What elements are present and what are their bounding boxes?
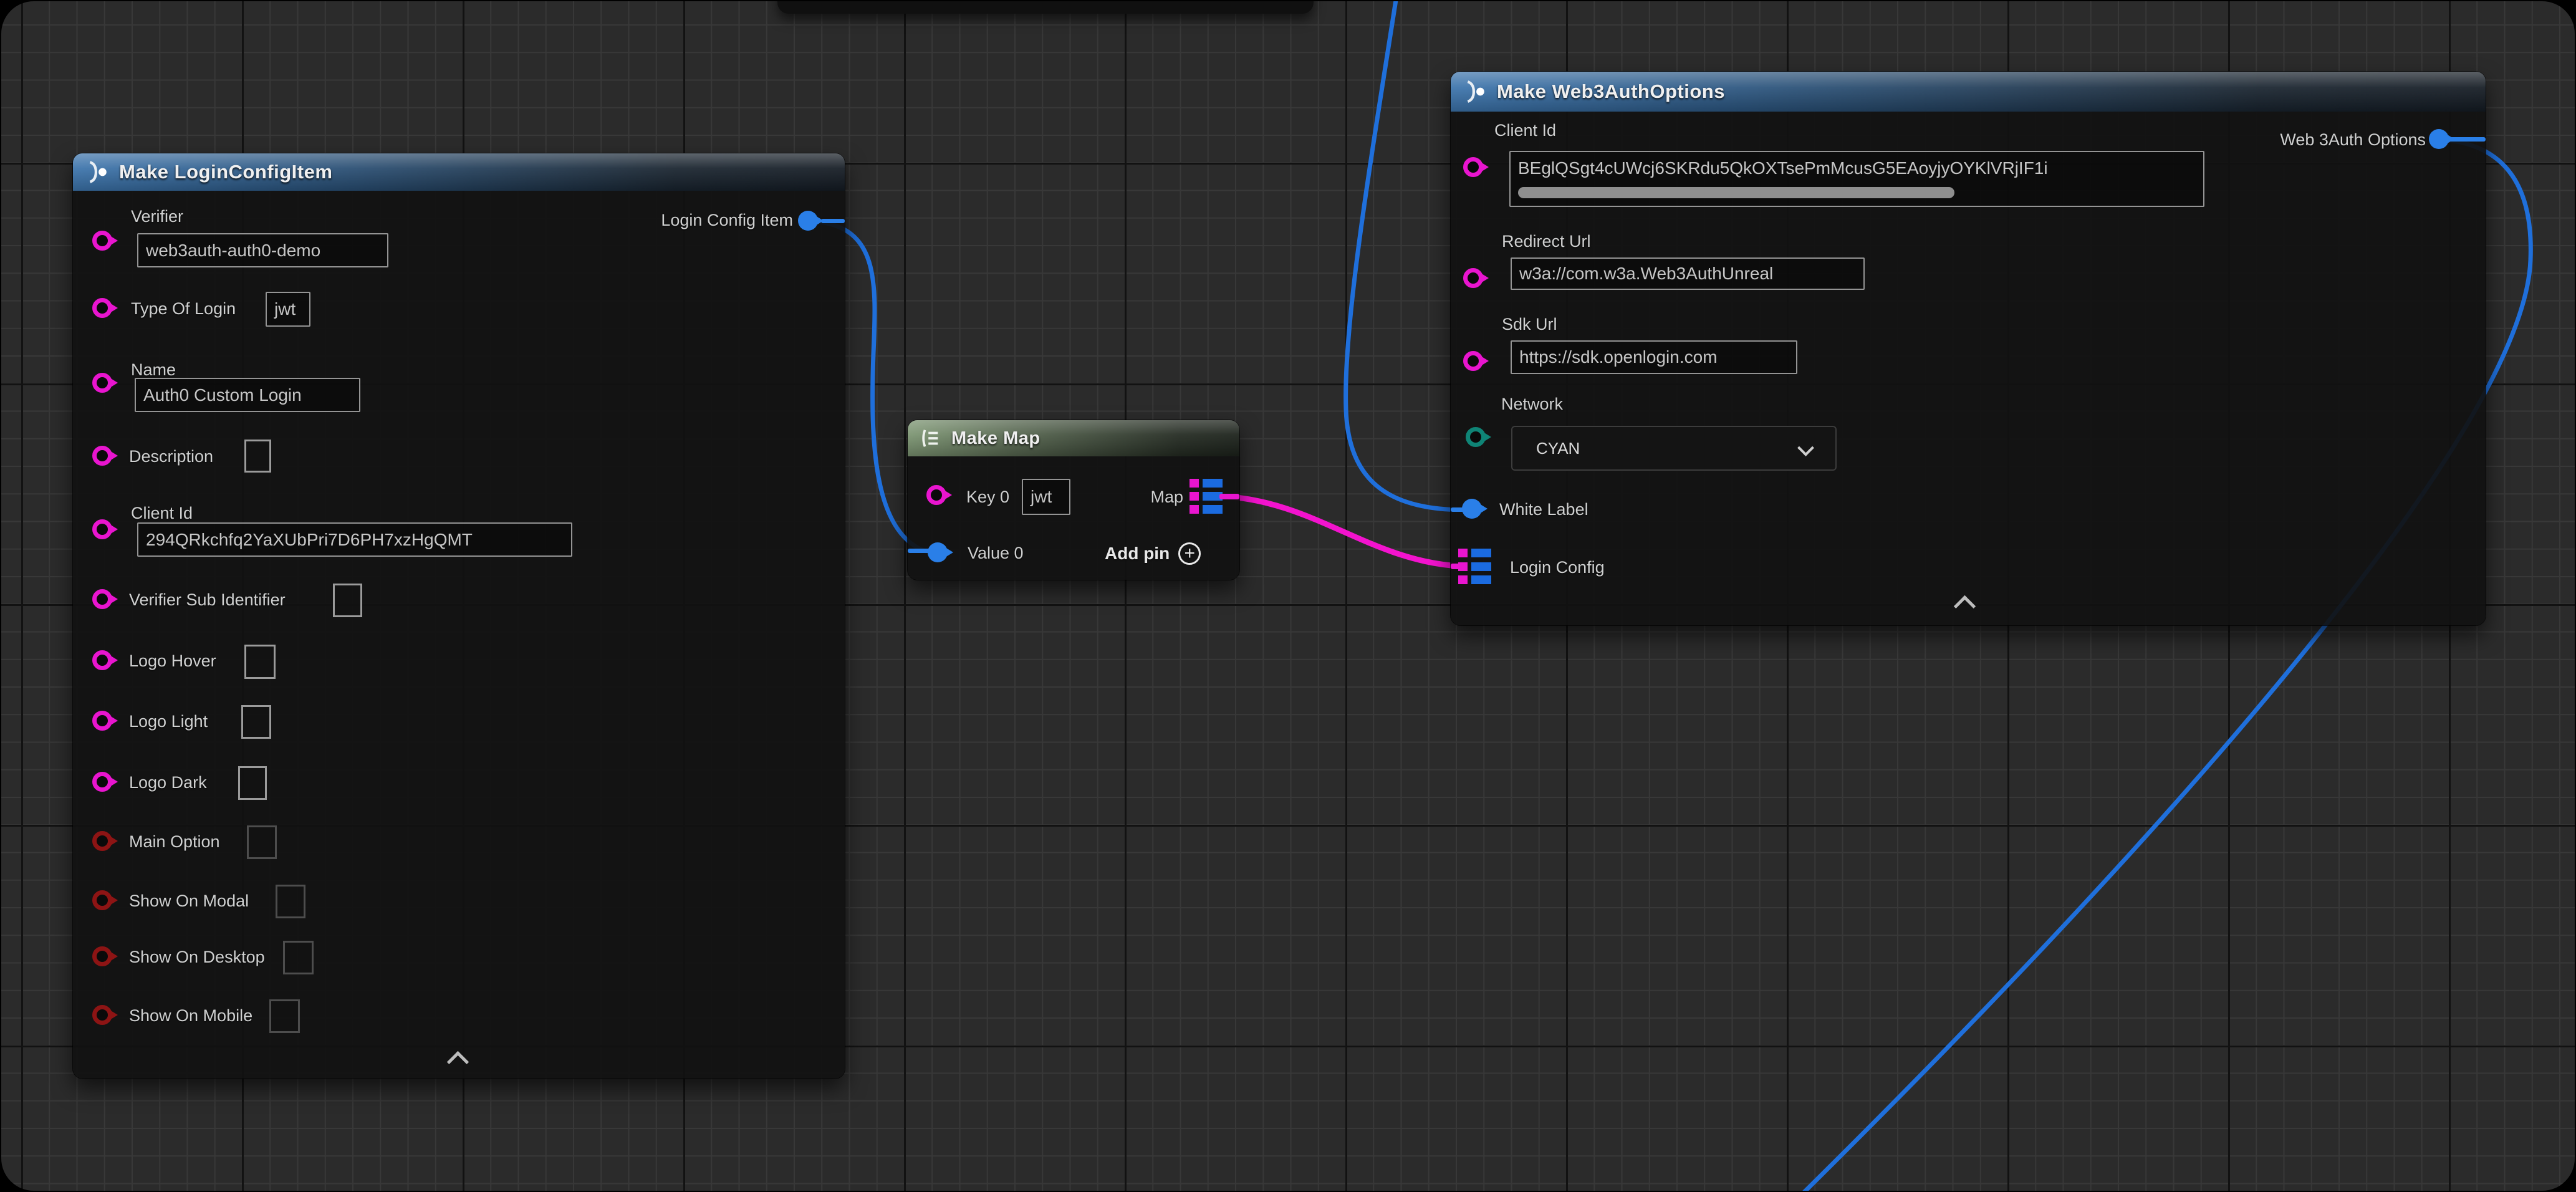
pin-label-description: Description bbox=[129, 447, 213, 466]
pin-value-0[interactable] bbox=[928, 542, 948, 562]
pin-label-show-on-desktop: Show On Desktop bbox=[129, 948, 265, 967]
main-option-checkbox[interactable] bbox=[247, 825, 277, 859]
node-title: Make LoginConfigItem bbox=[119, 161, 332, 183]
output-pin-label: Login Config Item bbox=[618, 211, 793, 230]
node-title: Make Map bbox=[951, 428, 1040, 449]
pin-client-id[interactable] bbox=[1463, 157, 1483, 177]
node-title: Make Web3AuthOptions bbox=[1497, 80, 1725, 103]
pin-main-option[interactable] bbox=[92, 831, 112, 851]
logo-hover-field[interactable] bbox=[244, 645, 276, 679]
blueprint-canvas[interactable]: Make LoginConfigItem Login Config Item V… bbox=[1, 1, 2575, 1191]
output-pin-map[interactable] bbox=[1189, 479, 1223, 514]
make-struct-icon bbox=[85, 160, 109, 184]
pin-label-client-id: Client Id bbox=[1494, 121, 1556, 140]
output-pin-label: Web 3Auth Options bbox=[2218, 130, 2426, 150]
verifier-field[interactable]: web3auth-auth0-demo bbox=[137, 233, 388, 267]
wire-stub bbox=[908, 549, 930, 553]
node-header[interactable]: Make LoginConfigItem bbox=[73, 153, 845, 191]
output-pin-label: Map bbox=[1123, 488, 1183, 507]
pin-label-logo-dark: Logo Dark bbox=[129, 773, 207, 792]
pin-label-show-on-mobile: Show On Mobile bbox=[129, 1006, 252, 1026]
pin-logo-hover[interactable] bbox=[92, 650, 112, 670]
chevron-down-icon bbox=[1797, 440, 1814, 456]
show-on-modal-checkbox[interactable] bbox=[276, 885, 305, 918]
add-pin-plus-icon: + bbox=[1178, 542, 1201, 565]
logo-light-field[interactable] bbox=[241, 705, 271, 739]
pin-logo-light[interactable] bbox=[92, 711, 112, 731]
client-id-value: BEglQSgt4cUWcj6SKRdu5QkOXTsePmMcusG5EAoy… bbox=[1518, 158, 2048, 178]
pin-label-logo-hover: Logo Hover bbox=[129, 651, 216, 671]
make-struct-icon bbox=[1463, 80, 1487, 103]
add-pin-button[interactable]: Add pin + bbox=[1105, 542, 1201, 565]
redirect-url-field[interactable]: w3a://com.w3a.Web3AuthUnreal bbox=[1511, 257, 1865, 290]
logo-dark-field[interactable] bbox=[238, 766, 267, 800]
pin-description[interactable] bbox=[92, 446, 112, 466]
show-on-mobile-checkbox[interactable] bbox=[269, 999, 300, 1033]
pin-label-sdk-url: Sdk Url bbox=[1502, 315, 1557, 334]
pin-network[interactable] bbox=[1466, 427, 1486, 447]
pin-show-on-desktop[interactable] bbox=[92, 946, 112, 966]
collapse-node-chevron-icon[interactable] bbox=[447, 1051, 469, 1073]
make-map-icon bbox=[920, 428, 941, 449]
pin-label-verifier: Verifier bbox=[131, 207, 183, 226]
pin-login-config[interactable] bbox=[1458, 549, 1494, 584]
pin-redirect-url[interactable] bbox=[1463, 268, 1483, 288]
client-id-field[interactable]: BEglQSgt4cUWcj6SKRdu5QkOXTsePmMcusG5EAoy… bbox=[1509, 151, 2204, 207]
pin-sdk-url[interactable] bbox=[1463, 351, 1483, 371]
pin-label-client-id: Client Id bbox=[131, 504, 193, 523]
client-id-field[interactable]: 294QRkchfq2YaXUbPri7D6PH7xzHgQMT bbox=[137, 522, 572, 557]
wire-stub bbox=[821, 219, 845, 223]
description-field[interactable] bbox=[244, 440, 271, 473]
sdk-url-field[interactable]: https://sdk.openlogin.com bbox=[1511, 340, 1797, 374]
pin-label-main-option: Main Option bbox=[129, 832, 220, 852]
pin-key-0[interactable] bbox=[926, 485, 946, 505]
output-pin-login-config-item[interactable] bbox=[798, 211, 818, 231]
node-header[interactable]: Make Web3AuthOptions bbox=[1451, 72, 2486, 112]
pin-label-type-of-login: Type Of Login bbox=[131, 299, 236, 319]
node-make-web3auth-options[interactable]: Make Web3AuthOptions Web 3Auth Options C… bbox=[1451, 72, 2486, 625]
network-selected-value: CYAN bbox=[1536, 439, 1580, 458]
pin-show-on-mobile[interactable] bbox=[92, 1005, 112, 1025]
pin-label-redirect-url: Redirect Url bbox=[1502, 232, 1591, 251]
wire-top-to-white-label[interactable] bbox=[1346, 1, 1466, 510]
show-on-desktop-checkbox[interactable] bbox=[283, 941, 314, 974]
name-field[interactable]: Auth0 Custom Login bbox=[135, 378, 360, 412]
pin-label-white-label: White Label bbox=[1499, 500, 1588, 519]
pin-show-on-modal[interactable] bbox=[92, 890, 112, 910]
offscreen-node-edge[interactable] bbox=[777, 1, 1314, 14]
node-make-map[interactable]: Make Map Key 0 jwt Value 0 Map Add pin + bbox=[908, 420, 1239, 580]
pin-white-label[interactable] bbox=[1462, 499, 1482, 519]
pin-label-name: Name bbox=[131, 360, 176, 380]
pin-verifier-sub-identifier[interactable] bbox=[92, 589, 112, 609]
pin-label-value-0: Value 0 bbox=[968, 544, 1024, 563]
key-0-field[interactable]: jwt bbox=[1022, 479, 1070, 515]
pin-label-key-0: Key 0 bbox=[966, 488, 1009, 507]
wire-stub bbox=[2449, 137, 2486, 142]
node-make-login-config-item[interactable]: Make LoginConfigItem Login Config Item V… bbox=[73, 153, 845, 1079]
network-dropdown[interactable]: CYAN bbox=[1511, 426, 1837, 471]
pin-verifier[interactable] bbox=[92, 231, 112, 251]
pin-type-of-login[interactable] bbox=[92, 298, 112, 318]
pin-label-login-config: Login Config bbox=[1510, 558, 1605, 577]
pin-label-network: Network bbox=[1501, 395, 1563, 414]
output-pin-web3auth-options[interactable] bbox=[2429, 129, 2449, 149]
blueprint-editor-screen: Make LoginConfigItem Login Config Item V… bbox=[0, 0, 2576, 1192]
pin-label-show-on-modal: Show On Modal bbox=[129, 892, 249, 911]
verifier-sub-identifier-field[interactable] bbox=[333, 584, 362, 617]
collapse-node-chevron-icon[interactable] bbox=[1954, 595, 1976, 617]
type-of-login-field[interactable]: jwt bbox=[266, 292, 310, 327]
pin-label-verifier-sub-identifier: Verifier Sub Identifier bbox=[129, 590, 286, 610]
wire-stub bbox=[1219, 494, 1239, 499]
pin-client-id[interactable] bbox=[92, 519, 112, 539]
field-horizontal-scrollbar[interactable] bbox=[1518, 187, 1954, 198]
pin-logo-dark[interactable] bbox=[92, 772, 112, 792]
pin-name[interactable] bbox=[92, 373, 112, 393]
add-pin-label: Add pin bbox=[1105, 544, 1170, 564]
node-header[interactable]: Make Map bbox=[908, 420, 1239, 456]
pin-label-logo-light: Logo Light bbox=[129, 712, 208, 731]
